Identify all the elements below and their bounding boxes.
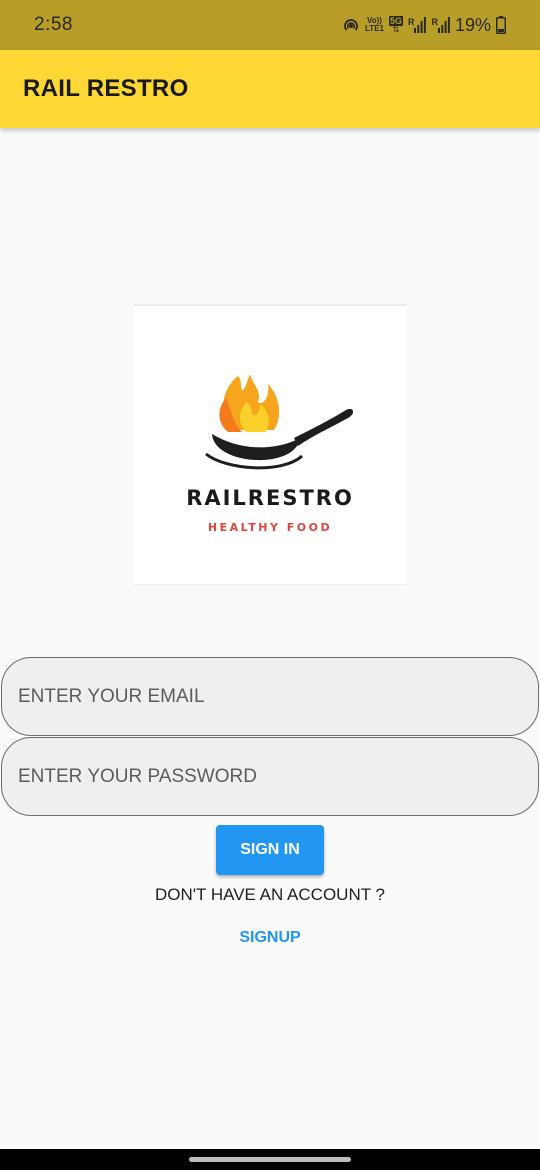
volte-indicator: Vo)) LTE1 [365,17,384,33]
signal-2-icon: R [431,17,450,33]
home-gesture-handle[interactable] [189,1157,351,1162]
data-arrows-icon: ⇅ [392,25,400,34]
status-time: 2:58 [34,14,73,35]
status-icons: Vo)) LTE1 5G ⇅ R R 19% [342,15,506,36]
battery-icon [496,16,506,34]
email-field-container[interactable] [1,657,539,736]
no-account-text: DON'T HAVE AN ACCOUNT ? [155,885,385,904]
logo-card: RAILRESTRO HEALTHY FOOD [134,304,406,585]
signup-link[interactable]: SIGNUP [0,929,540,947]
sign-in-button[interactable]: SIGN IN [216,825,324,875]
logo-tagline: HEALTHY FOOD [207,521,333,534]
battery-percent: 19% [454,14,491,35]
email-input[interactable] [2,658,538,735]
hotspot-icon [342,16,360,34]
status-bar: 2:58 Vo)) LTE1 5G ⇅ R R 19% [0,0,540,50]
app-title: RAIL RESTRO [23,75,189,102]
network-5g-indicator: 5G ⇅ [388,16,403,34]
system-nav-bar [0,1149,540,1170]
app-bar: RAIL RESTRO [0,50,540,128]
password-field-container[interactable] [1,737,539,816]
logo-name: RAILRESTRO [186,486,354,510]
password-input[interactable] [2,738,538,815]
signal-1-icon: R [408,17,427,33]
flaming-pan-icon [205,374,354,470]
lte-label: LTE1 [364,24,384,33]
